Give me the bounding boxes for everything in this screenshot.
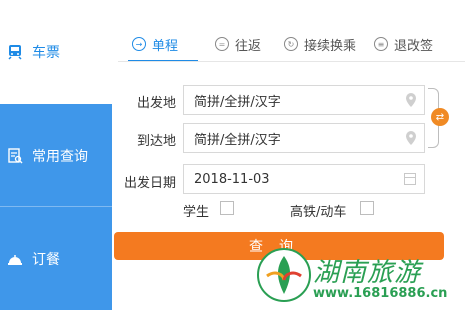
student-label: 学生 bbox=[183, 205, 210, 220]
equals-icon: = bbox=[215, 37, 229, 51]
swap-stations-button[interactable]: ⇄ bbox=[431, 108, 449, 126]
date-label: 出发日期 bbox=[123, 176, 176, 191]
trip-type-tabs: → 单程 = 往返 ↻ 接续换乘 ≡ 退改签 bbox=[118, 30, 458, 62]
to-placeholder: 简拼/全拼/汉字 bbox=[194, 132, 281, 148]
tab-round-trip[interactable]: = 往返 bbox=[215, 30, 261, 58]
list-icon: ≡ bbox=[374, 37, 388, 51]
watermark: 湖南旅游 www.16816886.cn bbox=[255, 246, 460, 306]
departure-date-input[interactable]: 2018-11-03 bbox=[183, 164, 425, 194]
sidebar-item-common-query[interactable]: 常用查询 bbox=[0, 104, 112, 207]
date-value: 2018-11-03 bbox=[194, 171, 270, 187]
train-icon bbox=[6, 43, 24, 61]
tabs-divider bbox=[118, 61, 465, 62]
watermark-title: 湖南旅游 bbox=[313, 258, 422, 288]
tab-one-way[interactable]: → 单程 bbox=[132, 30, 178, 58]
calendar-icon bbox=[404, 173, 416, 185]
sidebar-item-train-tickets[interactable]: 车票 bbox=[0, 0, 112, 104]
to-station-input[interactable]: 简拼/全拼/汉字 bbox=[183, 123, 425, 153]
sidebar-item-label: 常用查询 bbox=[32, 148, 88, 165]
sidebar-item-label: 车票 bbox=[32, 45, 60, 61]
watermark-logo-icon bbox=[257, 248, 311, 302]
meal-bell-icon bbox=[6, 250, 24, 268]
tab-refund-change[interactable]: ≡ 退改签 bbox=[374, 30, 433, 58]
highspeed-checkbox[interactable] bbox=[360, 201, 374, 215]
swap-icon: ⇄ bbox=[435, 111, 445, 123]
from-placeholder: 简拼/全拼/汉字 bbox=[194, 94, 281, 110]
arrow-right-icon: → bbox=[132, 37, 146, 51]
tab-label: 往返 bbox=[235, 38, 262, 54]
cycle-icon: ↻ bbox=[284, 37, 298, 51]
tab-label: 单程 bbox=[152, 38, 179, 54]
location-pin-icon bbox=[406, 131, 416, 145]
sidebar-item-label: 订餐 bbox=[32, 251, 60, 268]
query-doc-icon bbox=[6, 147, 24, 165]
from-station-input[interactable]: 简拼/全拼/汉字 bbox=[183, 85, 425, 115]
sidebar-item-meal-order[interactable]: 订餐 bbox=[0, 207, 112, 310]
tab-transfer[interactable]: ↻ 接续换乘 bbox=[284, 30, 356, 58]
from-label: 出发地 bbox=[136, 96, 176, 111]
highspeed-label: 高铁/动车 bbox=[290, 205, 347, 220]
sidebar: 车票 常用查询 订餐 bbox=[0, 0, 112, 310]
location-pin-icon bbox=[406, 93, 416, 107]
tab-label: 接续换乘 bbox=[304, 38, 357, 54]
watermark-url: www.16816886.cn bbox=[313, 286, 448, 301]
tab-label: 退改签 bbox=[394, 38, 434, 54]
to-label: 到达地 bbox=[136, 134, 176, 149]
student-checkbox[interactable] bbox=[220, 201, 234, 215]
